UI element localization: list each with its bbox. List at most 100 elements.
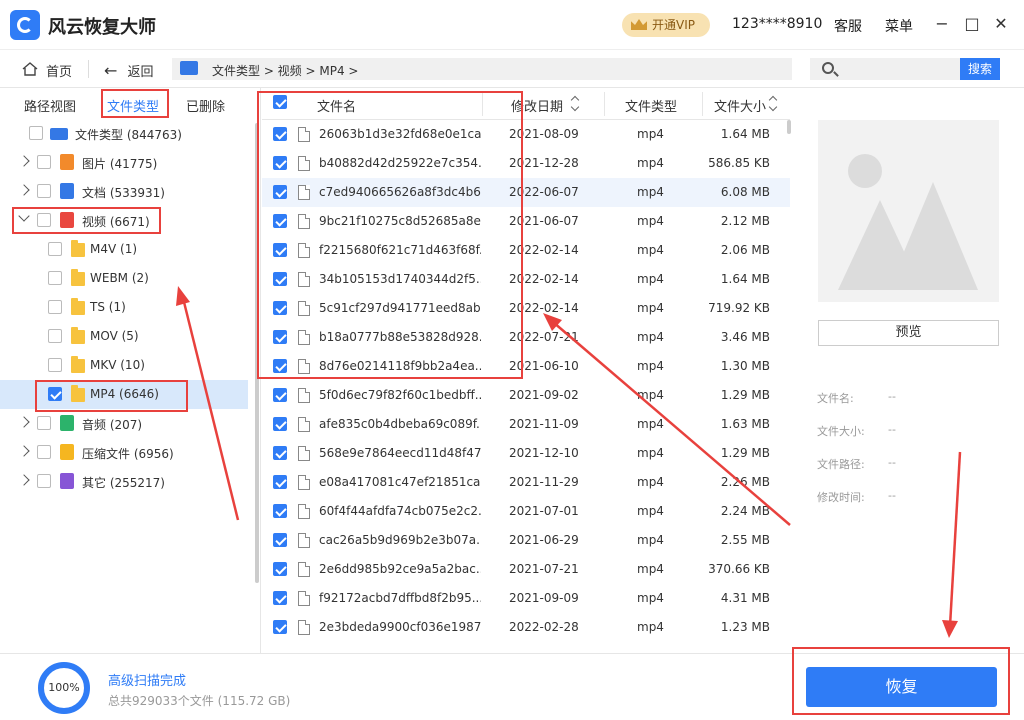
tree-item-checkbox[interactable] bbox=[37, 213, 51, 227]
row-checkbox[interactable] bbox=[273, 272, 287, 286]
chevron-right-icon[interactable] bbox=[18, 184, 30, 196]
sort-icon[interactable] bbox=[770, 97, 776, 111]
tree-item-checkbox[interactable] bbox=[37, 184, 51, 198]
table-row[interactable]: b40882d42d25922e7c354... 2021-12-28 mp4 586… bbox=[262, 149, 790, 178]
tree-item[interactable]: 压缩文件 (6956) bbox=[0, 438, 248, 467]
tree-item[interactable]: 文件类型 (844763) bbox=[0, 119, 248, 148]
table-row[interactable]: 60f4f44afdfa74cb075e2c2... 2021-07-01 mp4 2… bbox=[262, 497, 790, 526]
row-checkbox[interactable] bbox=[273, 475, 287, 489]
file-date: 2021-11-09 bbox=[509, 417, 579, 431]
tree-item[interactable]: 音频 (207) bbox=[0, 409, 248, 438]
tree-item[interactable]: 图片 (41775) bbox=[0, 148, 248, 177]
home-button[interactable]: 首页 bbox=[22, 61, 72, 80]
table-row[interactable]: f92172acbd7dffbd8f2b95... 2021-09-09 mp4 4.… bbox=[262, 584, 790, 613]
row-checkbox[interactable] bbox=[273, 417, 287, 431]
table-row[interactable]: 2e6dd985b92ce9a5a2bac... 2021-07-21 mp4 370… bbox=[262, 555, 790, 584]
row-checkbox[interactable] bbox=[273, 214, 287, 228]
table-row[interactable]: 26063b1d3e32fd68e0e1ca... 2021-08-09 mp4 1.… bbox=[262, 120, 790, 149]
tree-item-checkbox[interactable] bbox=[37, 445, 51, 459]
tree-item-checkbox[interactable] bbox=[48, 300, 62, 314]
chevron-right-icon[interactable] bbox=[18, 445, 30, 457]
tree-item[interactable]: M4V (1) bbox=[0, 235, 248, 264]
tree-item[interactable]: TS (1) bbox=[0, 293, 248, 322]
file-date: 2022-06-07 bbox=[509, 185, 579, 199]
column-header-type[interactable]: 文件类型 bbox=[625, 96, 677, 115]
tab-path-view[interactable]: 路径视图 bbox=[24, 96, 76, 115]
column-header-size[interactable]: 文件大小 bbox=[714, 96, 766, 115]
row-checkbox[interactable] bbox=[273, 330, 287, 344]
tree-item-checkbox[interactable] bbox=[48, 387, 62, 401]
sort-icon[interactable] bbox=[572, 97, 578, 111]
chevron-right-icon[interactable] bbox=[18, 155, 30, 167]
table-row[interactable]: 34b105153d1740344d2f5... 2022-02-14 mp4 1.6… bbox=[262, 265, 790, 294]
row-checkbox[interactable] bbox=[273, 620, 287, 634]
chevron-right-icon[interactable] bbox=[18, 474, 30, 486]
table-row[interactable]: 5c91cf297d941771eed8ab... 2022-02-14 mp4 71… bbox=[262, 294, 790, 323]
maximize-icon[interactable]: □ bbox=[962, 14, 982, 34]
chevron-down-icon[interactable] bbox=[18, 210, 30, 222]
close-icon[interactable]: ✕ bbox=[991, 14, 1011, 34]
chevron-right-icon[interactable] bbox=[18, 416, 30, 428]
row-checkbox[interactable] bbox=[273, 533, 287, 547]
row-checkbox[interactable] bbox=[273, 301, 287, 315]
menu-link[interactable]: 菜单 bbox=[885, 16, 913, 36]
row-checkbox[interactable] bbox=[273, 156, 287, 170]
tree-item-checkbox[interactable] bbox=[48, 242, 62, 256]
table-row[interactable]: 568e9e7864eecd11d48f47... 2021-12-10 mp4 1.… bbox=[262, 439, 790, 468]
table-row[interactable]: 2e3bdeda9900cf036e1987... 2022-02-28 mp4 1.… bbox=[262, 613, 790, 642]
drive-icon bbox=[50, 128, 68, 140]
customer-service-link[interactable]: 客服 bbox=[834, 16, 862, 36]
tab-deleted[interactable]: 已删除 bbox=[186, 96, 225, 115]
search-input[interactable] bbox=[810, 58, 960, 80]
column-header-name[interactable]: 文件名 bbox=[317, 96, 356, 115]
tree-item-checkbox[interactable] bbox=[48, 329, 62, 343]
tree-item[interactable]: 视频 (6671) bbox=[0, 206, 248, 235]
tree-item[interactable]: MP4 (6646) bbox=[0, 380, 248, 409]
tree-item-checkbox[interactable] bbox=[37, 155, 51, 169]
preview-button[interactable]: 预览 bbox=[818, 320, 999, 346]
view-tabs: 路径视图 文件类型 已删除 bbox=[0, 88, 261, 118]
tree-item[interactable]: MOV (5) bbox=[0, 322, 248, 351]
row-checkbox[interactable] bbox=[273, 446, 287, 460]
row-checkbox[interactable] bbox=[273, 562, 287, 576]
table-row[interactable]: b18a0777b88e53828d928... 2022-07-21 mp4 3.4… bbox=[262, 323, 790, 352]
tree-item-checkbox[interactable] bbox=[48, 271, 62, 285]
file-type: mp4 bbox=[637, 301, 664, 315]
file-icon bbox=[298, 417, 310, 432]
file-icon bbox=[298, 388, 310, 403]
table-row[interactable]: cac26a5b9d969b2e3b07a... 2021-06-29 mp4 2.5… bbox=[262, 526, 790, 555]
back-button[interactable]: ← 返回 bbox=[104, 61, 154, 80]
minimize-icon[interactable]: − bbox=[932, 14, 952, 34]
row-checkbox[interactable] bbox=[273, 127, 287, 141]
row-checkbox[interactable] bbox=[273, 243, 287, 257]
row-checkbox[interactable] bbox=[273, 504, 287, 518]
tree-item-checkbox[interactable] bbox=[48, 358, 62, 372]
table-row[interactable]: f2215680f621c71d463f68f... 2022-02-14 mp4 2… bbox=[262, 236, 790, 265]
column-header-date[interactable]: 修改日期 bbox=[511, 96, 563, 115]
tree-item-checkbox[interactable] bbox=[29, 126, 43, 140]
table-row[interactable]: e08a417081c47ef21851ca... 2021-11-29 mp4 2.… bbox=[262, 468, 790, 497]
tab-file-type[interactable]: 文件类型 bbox=[107, 96, 159, 115]
tree-item[interactable]: 文档 (533931) bbox=[0, 177, 248, 206]
table-row[interactable]: 9bc21f10275c8d52685a8e... 2021-06-07 mp4 2.… bbox=[262, 207, 790, 236]
table-row[interactable]: 5f0d6ec79f82f60c1bedbff... 2021-09-02 mp4 1… bbox=[262, 381, 790, 410]
search-button[interactable]: 搜索 bbox=[960, 58, 1000, 80]
tree-item-checkbox[interactable] bbox=[37, 416, 51, 430]
row-checkbox[interactable] bbox=[273, 359, 287, 373]
recover-button[interactable]: 恢复 bbox=[806, 667, 997, 707]
select-all-checkbox[interactable] bbox=[273, 95, 287, 109]
vip-button[interactable]: 开通VIP bbox=[622, 13, 710, 37]
table-row[interactable]: 8d76e0214118f9bb2a4ea... 2021-06-10 mp4 1.3… bbox=[262, 352, 790, 381]
table-row[interactable]: afe835c0b4dbeba69c089f... 2021-11-09 mp4 1.… bbox=[262, 410, 790, 439]
tree-item[interactable]: 其它 (255217) bbox=[0, 467, 248, 496]
account-phone[interactable]: 123****8910 bbox=[732, 16, 822, 32]
tree-item[interactable]: MKV (10) bbox=[0, 351, 248, 380]
tree-item[interactable]: WEBM (2) bbox=[0, 264, 248, 293]
tree-item-checkbox[interactable] bbox=[37, 474, 51, 488]
table-row[interactable]: c7ed940665626a8f3dc4b6... 2022-06-07 mp4 6.… bbox=[262, 178, 790, 207]
row-checkbox[interactable] bbox=[273, 591, 287, 605]
row-checkbox[interactable] bbox=[273, 388, 287, 402]
tree-scrollbar[interactable] bbox=[255, 123, 259, 583]
breadcrumb[interactable]: 文件类型 > 视频 > MP4 > bbox=[172, 58, 792, 80]
row-checkbox[interactable] bbox=[273, 185, 287, 199]
